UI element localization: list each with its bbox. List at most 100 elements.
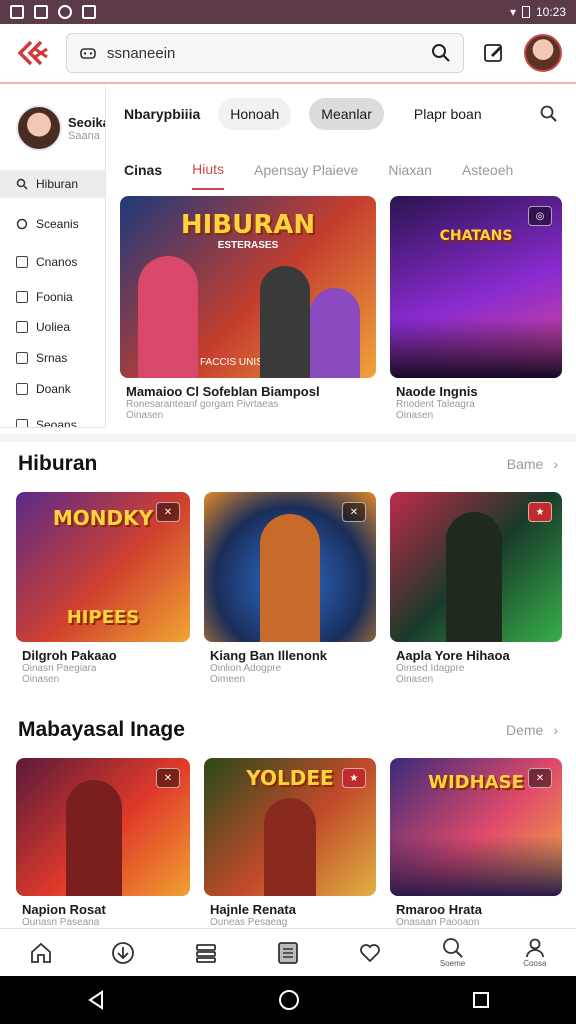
tab-apensay-plaieve[interactable]: Apensay Plaieve	[254, 150, 358, 190]
profile-subtitle: Saana	[68, 129, 100, 142]
nav-pill-meanlar[interactable]: Meanlar	[309, 98, 384, 130]
search-icon[interactable]	[540, 105, 558, 123]
library-icon	[278, 941, 298, 964]
card-meta: Oinasen	[126, 410, 164, 421]
share-icon: ✕	[528, 768, 552, 788]
character-figure	[446, 512, 502, 642]
sidebar-item-label: Foonia	[36, 290, 73, 304]
card-meta: Oinasen	[396, 410, 434, 421]
heart-icon	[360, 943, 381, 962]
sidebar-item-sceanis[interactable]: Sceanis	[0, 210, 105, 238]
game-card[interactable]: ★ Aapla Yore Hihaoa Oinsed Idagpre Oinas…	[390, 492, 562, 692]
search-icon[interactable]	[431, 43, 451, 63]
game-card[interactable]: ✕ Napion Rosat Ounasn Paseana	[16, 758, 190, 928]
profile-name: Seoika	[68, 114, 106, 130]
nav-favorite[interactable]	[350, 933, 390, 973]
see-more-link[interactable]: Bame ›	[507, 456, 558, 472]
card-title: Napion Rosat	[22, 902, 106, 917]
tab-niaxan[interactable]: Niaxan	[388, 150, 432, 190]
game-thumbnail: WIDHASE ✕	[390, 758, 562, 896]
card-meta: Oinasen	[396, 674, 434, 685]
battery-icon	[521, 6, 530, 18]
see-more-label: Deme	[505, 722, 544, 738]
sub-tabs: Cinas Hiuts Apensay Plaieve Niaxan Asteo…	[106, 150, 576, 190]
wifi-icon: ▾	[509, 5, 516, 19]
square-icon	[16, 419, 28, 427]
nav-search[interactable]: Soeme	[433, 933, 473, 973]
card-subtitle: Rnodent Taleagra	[396, 399, 475, 410]
edit-icon	[484, 44, 502, 62]
search-icon	[442, 938, 463, 958]
back-icon[interactable]	[85, 989, 107, 1011]
square-icon	[16, 321, 28, 333]
tab-cinas[interactable]: Cinas	[124, 150, 162, 190]
character-figure	[138, 256, 198, 378]
featured-card[interactable]: HIBURAN ESTERASES FACCIS UNIS Mamaioo Cl…	[120, 196, 376, 432]
system-nav-bar	[0, 976, 576, 1024]
featured-card[interactable]: CHATANS ◎ Naode Ingnis Rnodent Taleagra …	[390, 196, 562, 432]
sidebar-item-doank[interactable]: Doank	[0, 375, 105, 403]
sidebar-profile[interactable]: Seoika Saana	[0, 84, 105, 160]
app-logo-icon[interactable]	[14, 35, 54, 71]
nav-pill-plapr-boan[interactable]: Plapr boan	[402, 98, 494, 130]
notification-icon	[10, 5, 24, 19]
crowd-silhouette	[390, 836, 562, 896]
nav-home[interactable]	[21, 933, 61, 973]
sidebar-item-uoliea[interactable]: Uoliea	[0, 313, 105, 341]
nav-download[interactable]	[103, 933, 143, 973]
sidebar-item-foonia[interactable]: Foonia	[0, 283, 105, 311]
nav-pill-honoah[interactable]: Honoah	[218, 98, 292, 130]
card-title: Hajnle Renata	[210, 902, 296, 917]
sidebar-item-cnanos[interactable]: Cnanos	[0, 248, 105, 276]
section-title: Mabayasal Inage	[18, 718, 185, 741]
status-bar: ▾ 10:23	[0, 0, 576, 24]
game-thumbnail: ★	[390, 492, 562, 642]
share-icon: ✕	[342, 502, 366, 522]
app-header: ssnaneein	[0, 24, 576, 84]
recents-icon[interactable]	[471, 990, 491, 1010]
user-avatar[interactable]	[524, 34, 562, 72]
game-thumbnail: ✕	[16, 758, 190, 896]
tab-asteoeh[interactable]: Asteoeh	[462, 150, 513, 190]
art-bottom-title: HIPEES	[66, 607, 140, 628]
see-more-label: Bame	[506, 456, 544, 472]
card-subtitle: Oinlion Adogpre	[210, 663, 282, 674]
nav-label: Soeme	[439, 959, 466, 968]
crowd-silhouette	[390, 318, 562, 378]
sidebar-item-seoans[interactable]: Seoans	[0, 411, 105, 427]
character-figure	[310, 288, 360, 378]
nav-title[interactable]: Nbarypbiiia	[124, 106, 200, 122]
search-input[interactable]: ssnaneein	[66, 33, 464, 73]
card-subtitle: Ouneas Pesaeag	[210, 917, 288, 928]
badge-icon: ★	[342, 768, 366, 788]
see-more-link[interactable]: Deme ›	[506, 722, 558, 738]
sidebar-item-label: Cnanos	[36, 255, 78, 269]
nav-library[interactable]	[268, 933, 308, 973]
art-title: HIBURAN	[180, 210, 316, 240]
nav-list[interactable]	[186, 933, 226, 973]
nav-label: Coosa	[523, 959, 547, 968]
tab-hiuts[interactable]: Hiuts	[192, 150, 225, 190]
game-card[interactable]: MONDKY HIPEES ✕ Dilgroh Pakaao Oinasn Pa…	[16, 492, 190, 692]
square-icon	[16, 256, 28, 268]
card-subtitle: Ounasn Paseana	[22, 917, 100, 928]
square-icon	[16, 352, 28, 364]
game-card[interactable]: WIDHASE ✕ Rmaroo Hrata Onasaan Paooaon	[390, 758, 562, 928]
card-subtitle: Onasaan Paooaon	[396, 917, 480, 928]
list-icon	[195, 943, 216, 963]
featured-thumbnail: CHATANS ◎	[390, 196, 562, 378]
section-header: Mabayasal Inage Deme ›	[18, 718, 558, 742]
share-icon: ✕	[156, 502, 180, 522]
nav-profile[interactable]: Coosa	[515, 933, 555, 973]
sidebar-item-srnas[interactable]: Srnas	[0, 344, 105, 372]
card-title: Dilgroh Pakaao	[22, 648, 117, 663]
game-card[interactable]: YOLDEE ★ Hajnle Renata Ouneas Pesaeag	[204, 758, 376, 928]
game-card[interactable]: ✕ Kiang Ban Illenonk Oinlion Adogpre Oim…	[204, 492, 376, 692]
chevron-right-icon: ›	[553, 456, 558, 472]
notification-icon	[58, 5, 72, 19]
share-icon: ✕	[156, 768, 180, 788]
home-circle-icon[interactable]	[278, 989, 300, 1011]
sidebar-item-hiburan[interactable]: Hiburan	[0, 170, 105, 198]
edit-button[interactable]	[476, 35, 512, 71]
profile-icon	[525, 938, 544, 958]
